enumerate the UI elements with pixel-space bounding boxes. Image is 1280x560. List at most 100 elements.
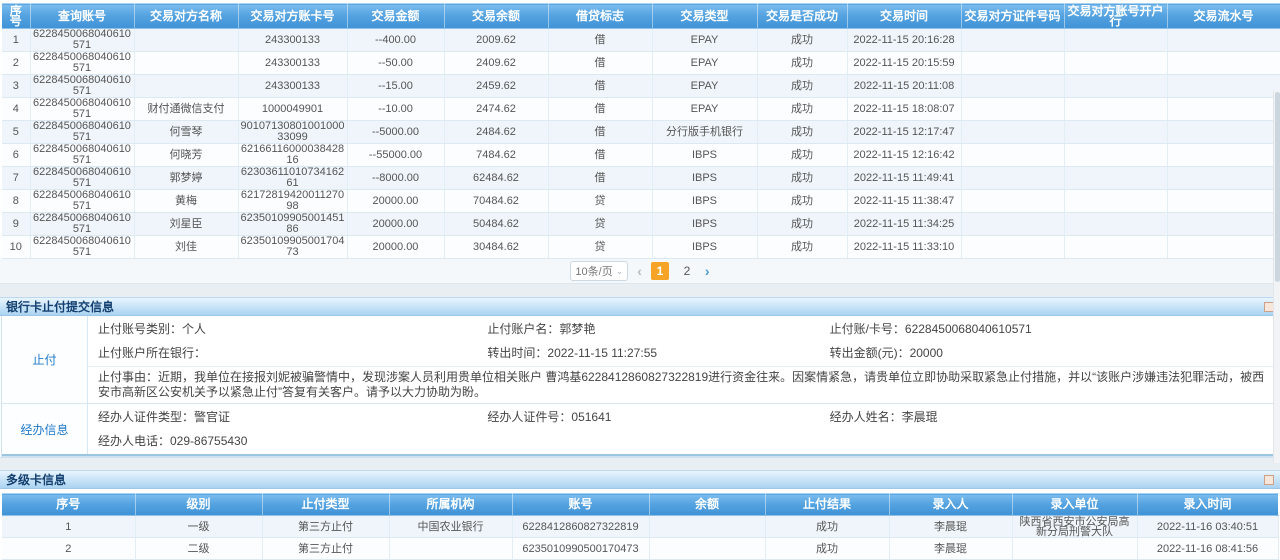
table-cell: 6228450068040610571 bbox=[30, 29, 134, 52]
table-cell: 7484.62 bbox=[444, 144, 548, 167]
column-header: 账号 bbox=[512, 494, 649, 516]
table-cell bbox=[961, 121, 1064, 144]
table-cell: 李晨琨 bbox=[889, 516, 1012, 538]
table-cell: EPAY bbox=[652, 98, 757, 121]
table-cell: 2459.62 bbox=[444, 75, 548, 98]
stop-reason-text: 止付事由：近期，我单位在接报刘妮被骗警情中，发现涉案人员利用贵单位相关账户 曹鸿… bbox=[88, 366, 1278, 403]
column-header: 止付结果 bbox=[765, 494, 889, 516]
table-cell: 成功 bbox=[765, 538, 889, 560]
table-cell bbox=[1064, 52, 1167, 75]
table-cell: 1 bbox=[2, 516, 135, 538]
table-cell: 第三方止付 bbox=[262, 516, 389, 538]
table-cell: 借 bbox=[548, 121, 652, 144]
table-cell: 2484.62 bbox=[444, 121, 548, 144]
table-cell: 70484.62 bbox=[444, 190, 548, 213]
table-cell bbox=[649, 516, 765, 538]
header-row: 序号查询账号交易对方名称交易对方账卡号交易金额交易余额借贷标志交易类型交易是否成… bbox=[2, 4, 1280, 29]
table-cell: 2474.62 bbox=[444, 98, 548, 121]
stop-payment-row: 止付 止付账号类别：个人止付账户名：郭梦艳止付账/卡号：622845006804… bbox=[2, 316, 1278, 404]
table-cell: 6230361101073416261 bbox=[238, 167, 347, 190]
table-cell bbox=[1064, 121, 1167, 144]
table-cell: 何雪琴 bbox=[134, 121, 238, 144]
table-row: 36228450068040610571243300133--15.002459… bbox=[2, 75, 1280, 98]
table-row: 56228450068040610571何雪琴90107130801001000… bbox=[2, 121, 1280, 144]
table-cell: 6228450068040610571 bbox=[30, 52, 134, 75]
table-cell: --8000.00 bbox=[347, 167, 444, 190]
table-cell bbox=[134, 29, 238, 52]
table-cell bbox=[1167, 75, 1280, 98]
table-cell: 6228450068040610571 bbox=[30, 144, 134, 167]
table-cell: 成功 bbox=[757, 121, 847, 144]
table-cell: 6235010990500170473 bbox=[238, 236, 347, 259]
table-cell bbox=[1167, 190, 1280, 213]
table-cell: 2022-11-15 11:38:47 bbox=[847, 190, 961, 213]
table-cell: 2022-11-15 20:16:28 bbox=[847, 29, 961, 52]
table-cell: 贷 bbox=[548, 236, 652, 259]
prev-page-button[interactable]: ‹ bbox=[637, 264, 642, 278]
table-cell bbox=[1064, 98, 1167, 121]
table-cell bbox=[1064, 75, 1167, 98]
table-cell: 何晓芳 bbox=[134, 144, 238, 167]
column-header: 序号 bbox=[2, 494, 135, 516]
page-2-button[interactable]: 2 bbox=[678, 262, 696, 280]
multi-card-section-header: 多级卡信息 bbox=[0, 470, 1280, 489]
table-cell bbox=[961, 29, 1064, 52]
table-cell: 成功 bbox=[757, 75, 847, 98]
table-cell: 62484.62 bbox=[444, 167, 548, 190]
multi-card-section: 多级卡信息 序号级别止付类型所属机构账号余额止付结果录入人录入单位录入时间1一级… bbox=[0, 470, 1280, 560]
table-cell: --400.00 bbox=[347, 29, 444, 52]
table-cell: 第三方止付 bbox=[262, 538, 389, 560]
table-cell bbox=[1167, 236, 1280, 259]
group-label-zhifu: 止付 bbox=[2, 316, 88, 403]
column-header: 交易对方名称 bbox=[134, 4, 238, 29]
table-cell: 6228450068040610571 bbox=[30, 190, 134, 213]
table-cell bbox=[1167, 121, 1280, 144]
table-cell: 2 bbox=[2, 52, 30, 75]
collapse-icon[interactable] bbox=[1264, 475, 1274, 485]
table-cell: 6235010990500145186 bbox=[238, 213, 347, 236]
page-size-select[interactable]: 10条/页 ⌄ bbox=[570, 261, 628, 281]
next-page-button[interactable]: › bbox=[705, 264, 710, 278]
table-cell: 20000.00 bbox=[347, 236, 444, 259]
table-cell: 财付通微信支付 bbox=[134, 98, 238, 121]
table-cell bbox=[961, 98, 1064, 121]
multi-card-table: 序号级别止付类型所属机构账号余额止付结果录入人录入单位录入时间1一级第三方止付中… bbox=[2, 493, 1279, 560]
field-text: 止付账户名：郭梦艳 bbox=[487, 317, 829, 341]
table-cell: 4 bbox=[2, 98, 30, 121]
column-header: 所属机构 bbox=[389, 494, 512, 516]
transactions-table: 序号查询账号交易对方名称交易对方账卡号交易金额交易余额借贷标志交易类型交易是否成… bbox=[2, 3, 1280, 259]
field-text: 经办人电话：029-86755430 bbox=[98, 429, 487, 453]
column-header: 交易余额 bbox=[444, 4, 548, 29]
table-cell: 6228450068040610571 bbox=[30, 167, 134, 190]
page-1-button[interactable]: 1 bbox=[651, 262, 669, 280]
column-header: 止付类型 bbox=[262, 494, 389, 516]
table-cell: IBPS bbox=[652, 167, 757, 190]
column-header: 交易对方账卡号 bbox=[238, 4, 347, 29]
field-text: 转出时间：2022-11-15 11:27:55 bbox=[487, 341, 829, 365]
section-title: 银行卡止付提交信息 bbox=[6, 298, 114, 315]
table-cell: 黄梅 bbox=[134, 190, 238, 213]
table-cell: 2022-11-15 12:16:42 bbox=[847, 144, 961, 167]
table-cell bbox=[134, 52, 238, 75]
table-cell bbox=[1064, 236, 1167, 259]
table-cell: 6 bbox=[2, 144, 30, 167]
vertical-scrollbar[interactable] bbox=[1273, 91, 1280, 463]
header-row: 序号级别止付类型所属机构账号余额止付结果录入人录入单位录入时间 bbox=[2, 494, 1278, 516]
table-cell: 1000049901 bbox=[238, 98, 347, 121]
table-cell: 2409.62 bbox=[444, 52, 548, 75]
table-cell: 10 bbox=[2, 236, 30, 259]
group-label-jingban: 经办信息 bbox=[2, 404, 88, 454]
stop-payment-fields: 止付账号类别：个人止付账户名：郭梦艳止付账/卡号：622845006804061… bbox=[88, 316, 1278, 366]
table-cell: 二级 bbox=[135, 538, 262, 560]
column-header: 查询账号 bbox=[30, 4, 134, 29]
scrollbar-thumb[interactable] bbox=[1275, 92, 1280, 282]
column-header: 交易类型 bbox=[652, 4, 757, 29]
column-header: 交易对方账号开户行 bbox=[1064, 4, 1167, 29]
table-cell: 2022-11-15 11:33:10 bbox=[847, 236, 961, 259]
table-cell bbox=[134, 75, 238, 98]
table-cell: 成功 bbox=[757, 52, 847, 75]
table-cell: 2022-11-15 12:17:47 bbox=[847, 121, 961, 144]
field-text: 转出金额(元)：20000 bbox=[830, 341, 1278, 365]
table-row: 46228450068040610571财付通微信支付1000049901--1… bbox=[2, 98, 1280, 121]
table-cell: 郭梦婷 bbox=[134, 167, 238, 190]
